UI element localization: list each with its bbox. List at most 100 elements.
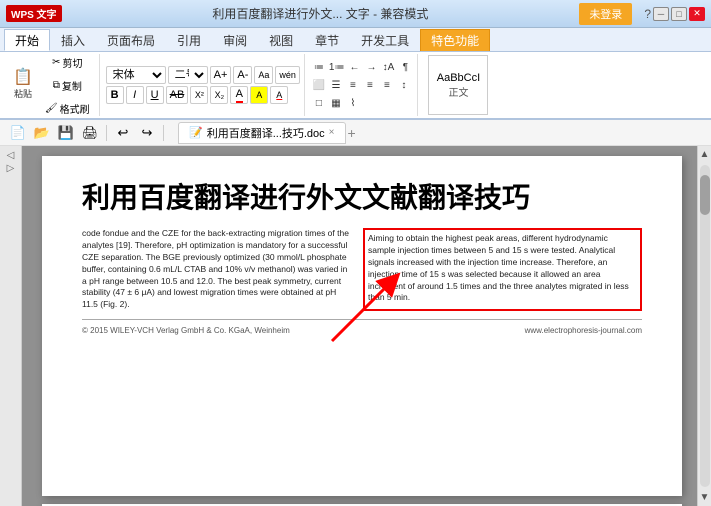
font-group: 宋体 二号 A+ A- Aa wén B I U AB X² X₂ A: [102, 54, 305, 116]
clipboard-group: 📋 粘贴 ✂ 剪切 ⧉ 复制 🖌 格式刷: [4, 54, 100, 116]
underline-button[interactable]: U: [146, 86, 164, 104]
doc-footer: © 2015 WILEY-VCH Verlag GmbH & Co. KGaA,…: [82, 326, 642, 335]
new-doc-button[interactable]: 📄: [8, 123, 28, 143]
border-button[interactable]: □: [311, 95, 327, 111]
left-margin: ◁ ▷: [0, 146, 22, 506]
align-right-button[interactable]: ≡: [345, 77, 361, 93]
copy-label: 复制: [62, 78, 82, 93]
doc-tab-name: 利用百度翻译...技巧.doc: [207, 125, 325, 141]
cut-button[interactable]: ✂ 剪切: [40, 52, 95, 73]
restore-button[interactable]: □: [671, 7, 687, 21]
para-controls: ≔ 1≔ ← → ↕A ¶ ⬜ ☰ ≡ ≡ ≡ ↕ □ ▦ ⌇: [311, 59, 414, 111]
ribbon-tabs: 开始 插入 页面布局 引用 审阅 视图 章节 开发工具 特色功能: [0, 28, 711, 52]
right-scrollbar[interactable]: ▲ ▼: [697, 146, 711, 506]
copy-icon: ⧉: [53, 80, 60, 91]
print-button[interactable]: 🖨: [80, 123, 100, 143]
add-tab-button[interactable]: +: [348, 125, 356, 141]
highlight-button[interactable]: A: [250, 86, 268, 104]
main-area: ◁ ▷ 利用百度翻译进行外文文献翻译技巧 code fondue and the…: [0, 146, 711, 506]
close-button[interactable]: ✕: [689, 7, 705, 21]
scroll-up-button[interactable]: ▲: [700, 146, 710, 163]
para-row1: ≔ 1≔ ← → ↕A ¶: [311, 59, 414, 75]
tab-start[interactable]: 开始: [4, 29, 50, 51]
help-icon[interactable]: ?: [644, 7, 651, 21]
sort-button[interactable]: ↕A: [380, 59, 396, 75]
doc-right-col-highlighted: Aiming to obtain the highest peak areas,…: [363, 228, 642, 311]
superscript-button[interactable]: X²: [190, 86, 208, 104]
tab-special[interactable]: 特色功能: [420, 29, 490, 51]
align-center-button[interactable]: ☰: [328, 77, 344, 93]
tab-section[interactable]: 章节: [304, 29, 350, 51]
decrease-font-button[interactable]: A-: [233, 66, 252, 84]
tab-insert[interactable]: 插入: [50, 29, 96, 51]
copy-button[interactable]: ⧉ 复制: [40, 75, 95, 96]
paste-button[interactable]: 📋 粘贴: [8, 67, 38, 103]
paste-icon: 📋: [13, 70, 33, 86]
save-button[interactable]: 💾: [56, 123, 76, 143]
open-doc-button[interactable]: 📂: [32, 123, 52, 143]
increase-indent-button[interactable]: →: [363, 59, 379, 75]
decrease-indent-button[interactable]: ←: [346, 59, 362, 75]
tab-developer[interactable]: 开发工具: [350, 29, 420, 51]
clear-format-button[interactable]: Aa: [254, 66, 273, 84]
document-title: 利用百度翻译进行外文... 文字 - 兼容模式: [62, 5, 580, 22]
format-brush-label: 格式刷: [60, 101, 90, 116]
doc-tab-close[interactable]: ×: [329, 127, 335, 138]
login-button[interactable]: 未登录: [579, 3, 632, 25]
underline-color-button[interactable]: A: [270, 86, 288, 104]
document-area: 利用百度翻译进行外文文献翻译技巧 code fondue and the CZE…: [22, 146, 697, 506]
doc-right-text: Aiming to obtain the highest peak areas,…: [368, 233, 629, 302]
format-brush-button[interactable]: 🖌 格式刷: [40, 98, 95, 119]
left-panel-icon1[interactable]: ◁: [7, 150, 15, 161]
font-controls: 宋体 二号 A+ A- Aa wén B I U AB X² X₂ A: [106, 66, 300, 104]
align-left-button[interactable]: ⬜: [311, 77, 327, 93]
font-color-button[interactable]: A: [230, 86, 248, 104]
distributed-button[interactable]: ≡: [379, 77, 395, 93]
para-row2: ⬜ ☰ ≡ ≡ ≡ ↕: [311, 77, 414, 93]
line-spacing-button[interactable]: ↕: [396, 77, 412, 93]
shade-button[interactable]: ▦: [328, 95, 344, 111]
scroll-down-button[interactable]: ▼: [700, 489, 710, 506]
font-name-select[interactable]: 宋体: [106, 66, 166, 84]
show-marks-button[interactable]: ¶: [397, 59, 413, 75]
left-panel-icon2[interactable]: ▷: [7, 163, 15, 174]
bold-button[interactable]: B: [106, 86, 124, 104]
columns-button[interactable]: ⌇: [345, 95, 361, 111]
scroll-thumb[interactable]: [700, 175, 710, 215]
doc-icon: 📝: [189, 126, 203, 139]
quick-access-bar: 📄 📂 💾 🖨 ↩ ↪ 📝 利用百度翻译...技巧.doc × +: [0, 120, 711, 146]
paste-label: 粘贴: [14, 87, 32, 100]
undo-button[interactable]: ↩: [113, 123, 133, 143]
italic-button[interactable]: I: [126, 86, 144, 104]
font-row2: B I U AB X² X₂ A A A: [106, 86, 300, 104]
paragraph-group: ≔ 1≔ ← → ↕A ¶ ⬜ ☰ ≡ ≡ ≡ ↕ □ ▦ ⌇: [307, 54, 419, 116]
format-brush-icon: 🖌: [45, 103, 58, 114]
doc-tab-current[interactable]: 📝 利用百度翻译...技巧.doc ×: [178, 122, 346, 144]
justify-button[interactable]: ≡: [362, 77, 378, 93]
ribbon-toolbar: 📋 粘贴 ✂ 剪切 ⧉ 复制 🖌 格式刷 宋体: [0, 52, 711, 120]
para-row3: □ ▦ ⌇: [311, 95, 414, 111]
tab-references[interactable]: 引用: [166, 29, 212, 51]
minimize-button[interactable]: ─: [653, 7, 669, 21]
tab-page-layout[interactable]: 页面布局: [96, 29, 166, 51]
doc-tab-bar: 📝 利用百度翻译...技巧.doc × +: [178, 122, 356, 144]
style-preview[interactable]: AaBbCcI 正文: [428, 55, 488, 115]
bullets-button[interactable]: ≔: [311, 59, 327, 75]
strikethrough-button[interactable]: AB: [166, 86, 189, 104]
redo-button[interactable]: ↪: [137, 123, 157, 143]
wencao-button[interactable]: wén: [275, 66, 300, 84]
doc-left-text: code fondue and the CZE for the back-ext…: [82, 228, 349, 309]
tab-review[interactable]: 审阅: [212, 29, 258, 51]
separator2: [163, 125, 164, 141]
cut-icon: ✂: [52, 57, 60, 68]
increase-font-button[interactable]: A+: [210, 66, 232, 84]
font-row1: 宋体 二号 A+ A- Aa wén: [106, 66, 300, 84]
tab-view[interactable]: 视图: [258, 29, 304, 51]
font-size-select[interactable]: 二号: [168, 66, 208, 84]
style-label: 正文: [437, 84, 480, 99]
font-color-icon: A: [236, 88, 243, 103]
document-page1: 利用百度翻译进行外文文献翻译技巧 code fondue and the CZE…: [42, 156, 682, 496]
subscript-button[interactable]: X₂: [210, 86, 228, 104]
numbering-button[interactable]: 1≔: [328, 59, 346, 75]
scroll-track[interactable]: [700, 165, 710, 487]
